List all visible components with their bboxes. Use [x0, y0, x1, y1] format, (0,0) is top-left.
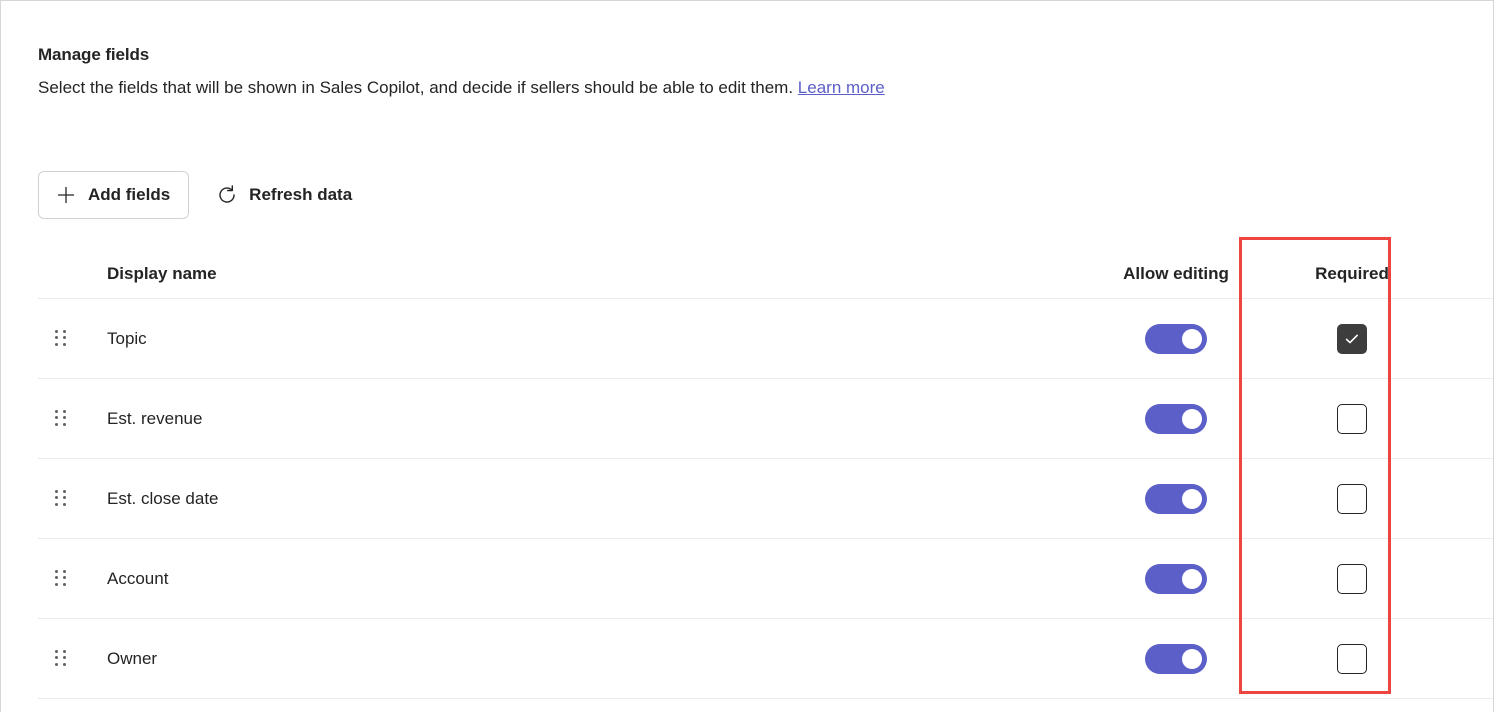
row-drag-cell	[38, 490, 86, 508]
allow-editing-toggle[interactable]	[1145, 564, 1207, 594]
required-checkbox[interactable]	[1337, 564, 1367, 594]
toggle-knob	[1182, 489, 1202, 509]
required-cell	[1276, 324, 1428, 354]
field-display-name: Est. revenue	[86, 409, 1076, 429]
field-display-name: Owner	[86, 649, 1076, 669]
table-body: Topic Est. revenue Est. close date Account O…	[38, 299, 1493, 699]
column-header-display-name: Display name	[86, 264, 1076, 284]
column-header-allow-editing: Allow editing	[1076, 264, 1276, 284]
toggle-knob	[1182, 409, 1202, 429]
allow-editing-toggle[interactable]	[1145, 644, 1207, 674]
required-checkbox[interactable]	[1337, 404, 1367, 434]
table-row: Est. close date	[38, 459, 1493, 539]
toggle-knob	[1182, 569, 1202, 589]
allow-editing-toggle[interactable]	[1145, 324, 1207, 354]
required-cell	[1276, 644, 1428, 674]
field-display-name: Account	[86, 569, 1076, 589]
allow-editing-toggle[interactable]	[1145, 404, 1207, 434]
field-display-name: Est. close date	[86, 489, 1076, 509]
row-drag-cell	[38, 330, 86, 348]
allow-editing-toggle[interactable]	[1145, 484, 1207, 514]
refresh-data-label: Refresh data	[249, 185, 352, 205]
allow-editing-cell	[1076, 484, 1276, 514]
table-row: Account	[38, 539, 1493, 619]
required-checkbox[interactable]	[1337, 484, 1367, 514]
drag-handle-icon[interactable]	[55, 490, 66, 508]
page-header: Manage fields Select the fields that wil…	[38, 43, 1453, 101]
table-header-row: Display name Allow editing Required	[38, 249, 1493, 299]
fields-table: Display name Allow editing Required Topi…	[38, 249, 1493, 699]
refresh-data-button[interactable]: Refresh data	[203, 171, 371, 219]
table-row: Topic	[38, 299, 1493, 379]
required-cell	[1276, 564, 1428, 594]
row-drag-cell	[38, 570, 86, 588]
row-drag-cell	[38, 410, 86, 428]
allow-editing-cell	[1076, 404, 1276, 434]
allow-editing-cell	[1076, 644, 1276, 674]
column-header-required: Required	[1276, 264, 1428, 284]
required-checkbox[interactable]	[1337, 644, 1367, 674]
drag-handle-icon[interactable]	[55, 410, 66, 428]
page-description-text: Select the fields that will be shown in …	[38, 78, 793, 97]
manage-fields-window: Manage fields Select the fields that wil…	[0, 0, 1494, 712]
table-row: Est. revenue	[38, 379, 1493, 459]
table-row: Owner	[38, 619, 1493, 699]
drag-handle-icon[interactable]	[55, 570, 66, 588]
field-display-name: Topic	[86, 329, 1076, 349]
required-checkbox[interactable]	[1337, 324, 1367, 354]
page-title: Manage fields	[38, 43, 1453, 67]
drag-handle-icon[interactable]	[55, 650, 66, 668]
fields-toolbar: Add fields Refresh data	[38, 171, 371, 219]
toggle-knob	[1182, 329, 1202, 349]
drag-handle-icon[interactable]	[55, 330, 66, 348]
row-drag-cell	[38, 650, 86, 668]
learn-more-link[interactable]: Learn more	[798, 78, 885, 97]
page-description: Select the fields that will be shown in …	[38, 75, 1453, 101]
add-fields-label: Add fields	[88, 185, 170, 205]
allow-editing-cell	[1076, 564, 1276, 594]
allow-editing-cell	[1076, 324, 1276, 354]
required-cell	[1276, 404, 1428, 434]
toggle-knob	[1182, 649, 1202, 669]
plus-icon	[55, 184, 77, 206]
required-cell	[1276, 484, 1428, 514]
refresh-icon	[216, 184, 238, 206]
add-fields-button[interactable]: Add fields	[38, 171, 189, 219]
